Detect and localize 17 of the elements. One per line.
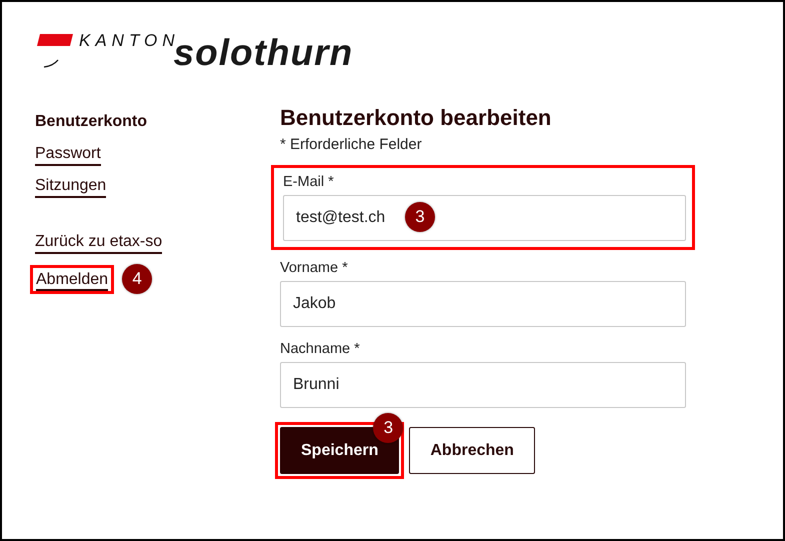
input-field[interactable]: Jakob xyxy=(280,281,686,327)
input-field[interactable]: Brunni xyxy=(280,362,686,408)
cancel-button[interactable]: Abbrechen xyxy=(409,427,535,474)
field-label: E-Mail * xyxy=(283,174,335,190)
sidebar-link[interactable]: Sitzungen xyxy=(35,176,106,198)
logo-name: solothurn xyxy=(174,32,354,74)
field-label: Nachname * xyxy=(280,341,361,357)
sidebar-link[interactable]: Benutzerkonto xyxy=(35,112,147,134)
field-label: Vorname * xyxy=(280,260,349,276)
step-badge: 4 xyxy=(122,264,152,294)
page-heading: Benutzerkonto bearbeiten xyxy=(280,104,552,132)
required-note: * Erforderliche Felder xyxy=(280,136,423,153)
logo-mark-icon xyxy=(37,32,73,70)
step-badge: 3 xyxy=(373,413,404,443)
sidebar-link[interactable]: Abmelden xyxy=(36,270,108,290)
sidebar-link[interactable]: Zurück zu etax-so xyxy=(35,232,162,254)
sidebar-link[interactable]: Passwort xyxy=(35,144,101,166)
